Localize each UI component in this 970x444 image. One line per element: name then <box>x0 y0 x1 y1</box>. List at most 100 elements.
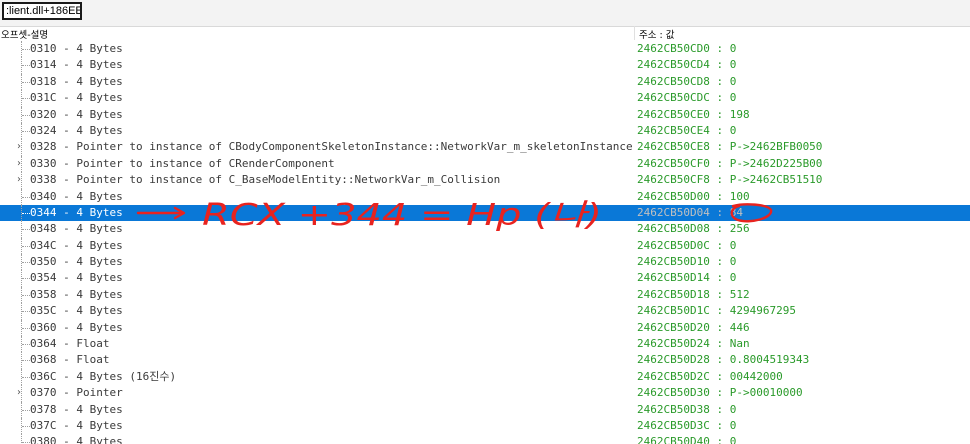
offset-description: 0328 - Pointer to instance of CBodyCompo… <box>30 140 633 154</box>
address-value: 2462CB50D08 : 256 <box>637 222 750 236</box>
tree-branch-line <box>22 65 30 67</box>
tree-row[interactable]: 034C - 4 Bytes 2462CB50D0C : 0 <box>0 237 970 255</box>
offset-description: 0350 - 4 Bytes <box>30 255 123 269</box>
tree-row[interactable]: › 0328 - Pointer to instance of CBodyComp… <box>0 139 970 156</box>
address-value: 2462CB50D24 : Nan <box>637 337 750 351</box>
tree-branch-line <box>22 49 30 50</box>
offset-description: 0314 - 4 Bytes <box>30 58 123 72</box>
tree-row[interactable]: › 0370 - Pointer 2462CB50D30 : P->00010000 <box>0 385 970 402</box>
tree-row[interactable]: 0344 - 4 Bytes 2462CB50D04 : 84 <box>0 204 970 222</box>
expand-chevron-icon[interactable]: › <box>17 172 21 188</box>
address-value: 2462CB50CF0 : P->2462D225B00 <box>637 156 823 170</box>
tree-row[interactable]: 0380 - 4 Bytes 2462CB50D40 : 0 <box>0 434 970 444</box>
tree-branch-line <box>22 245 30 247</box>
tree-row[interactable]: 0350 - 4 Bytes 2462CB50D10 : 0 <box>0 254 970 271</box>
tree-row[interactable]: › 0338 - Pointer to instance of C_BaseMod… <box>0 172 970 189</box>
offset-description: 0344 - 4 Bytes <box>30 205 123 219</box>
expand-chevron-icon[interactable]: › <box>17 385 21 401</box>
tree-branch-line <box>22 442 30 444</box>
offset-description: 0330 - Pointer to instance of CRenderCom… <box>30 156 335 170</box>
offset-description: 034C - 4 Bytes <box>30 238 123 252</box>
tree-branch-line <box>22 294 30 296</box>
address-value: 2462CB50D3C : 0 <box>637 418 737 432</box>
address-value: 2462CB50CE4 : 0 <box>637 123 737 137</box>
tree-row[interactable]: 037C - 4 Bytes 2462CB50D3C : 0 <box>0 417 970 435</box>
tree-row[interactable]: 031C - 4 Bytes 2462CB50CDC : 0 <box>0 90 970 107</box>
address-value: 2462CB50D14 : 0 <box>637 271 737 285</box>
address-value: 2462CB50D40 : 0 <box>637 435 737 444</box>
toolbar: :lient.dll+186EE00 <box>0 0 970 27</box>
address-value: 2462CB50CD0 : 0 <box>637 42 737 55</box>
tree-row[interactable]: 0318 - 4 Bytes 2462CB50CD8 : 0 <box>0 73 970 91</box>
tree-row[interactable]: 035C - 4 Bytes 2462CB50D1C : 4294967295 <box>0 303 970 320</box>
tree-branch-line <box>22 311 30 313</box>
address-value: 2462CB50D2C : 00442000 <box>637 369 783 383</box>
column-divider[interactable] <box>634 26 635 40</box>
tree-guide-line <box>21 172 22 189</box>
tree-row[interactable]: › 0330 - Pointer to instance of CRenderCo… <box>0 155 970 173</box>
tree-branch-line <box>22 114 30 116</box>
offset-description: 0370 - Pointer <box>30 386 123 400</box>
expand-chevron-icon[interactable]: › <box>17 156 21 172</box>
tree-branch-line <box>22 425 30 427</box>
column-header: 오프셋-설명 주소 : 값 <box>0 26 970 41</box>
address-value: 2462CB50CE0 : 198 <box>637 107 750 121</box>
tree-row[interactable]: 0360 - 4 Bytes 2462CB50D20 : 446 <box>0 319 970 337</box>
offset-description: 037C - 4 Bytes <box>30 418 123 432</box>
tree-row[interactable]: 036C - 4 Bytes (16진수) 2462CB50D2C : 00442… <box>0 368 970 386</box>
address-value: 2462CB50D1C : 4294967295 <box>637 304 796 318</box>
tree-branch-line <box>22 278 30 280</box>
tree-row[interactable]: 0320 - 4 Bytes 2462CB50CE0 : 198 <box>0 106 970 123</box>
tree-row[interactable]: 0378 - 4 Bytes 2462CB50D38 : 0 <box>0 401 970 418</box>
header-offset-description[interactable]: 오프셋-설명 <box>1 27 48 41</box>
address-input[interactable]: :lient.dll+186EE00 <box>2 2 82 20</box>
tree-row[interactable]: 0354 - 4 Bytes 2462CB50D14 : 0 <box>0 270 970 287</box>
offset-description: 0320 - 4 Bytes <box>30 107 123 121</box>
tree-branch-line <box>22 81 30 83</box>
offset-description: 0378 - 4 Bytes <box>30 402 123 416</box>
tree-row[interactable]: 0310 - 4 Bytes 2462CB50CD0 : 0 <box>0 41 970 58</box>
tree-branch-line <box>22 196 30 198</box>
expand-chevron-icon[interactable]: › <box>17 139 21 155</box>
offset-description: 031C - 4 Bytes <box>30 91 123 105</box>
tree-row[interactable]: 0314 - 4 Bytes 2462CB50CD4 : 0 <box>0 57 970 74</box>
address-value: 2462CB50CD4 : 0 <box>637 58 737 72</box>
tree-guide-line <box>21 385 22 402</box>
tree-row[interactable]: 0364 - Float 2462CB50D24 : Nan <box>0 336 970 353</box>
tree-row[interactable]: 0368 - Float 2462CB50D28 : 0.8004519343 <box>0 352 970 369</box>
offset-description: 0310 - 4 Bytes <box>30 42 123 55</box>
offset-description: 0338 - Pointer to instance of C_BaseMode… <box>30 173 501 187</box>
tree-row[interactable]: 0340 - 4 Bytes 2462CB50D00 : 100 <box>0 188 970 205</box>
address-value: 2462CB50CD8 : 0 <box>637 74 737 88</box>
tree-branch-line <box>22 130 30 132</box>
tree-row[interactable]: 0348 - 4 Bytes 2462CB50D08 : 256 <box>0 221 970 238</box>
tree-branch-line <box>22 262 30 264</box>
address-value: 2462CB50D28 : 0.8004519343 <box>637 353 810 367</box>
tree-branch-line <box>22 376 30 378</box>
offset-description: 0368 - Float <box>30 353 110 367</box>
offset-description: 0360 - 4 Bytes <box>30 320 123 334</box>
address-value: 2462CB50CDC : 0 <box>637 91 737 105</box>
tree-branch-line <box>22 229 30 231</box>
tree-row[interactable]: 0324 - 4 Bytes 2462CB50CE4 : 0 <box>0 122 970 140</box>
offset-description: 0348 - 4 Bytes <box>30 222 123 236</box>
tree-guide-line <box>21 155 22 173</box>
address-value: 2462CB50D10 : 0 <box>637 255 737 269</box>
header-address-value[interactable]: 주소 : 값 <box>639 27 674 41</box>
tree-branch-line <box>22 360 30 362</box>
address-value: 2462CB50D18 : 512 <box>637 287 750 301</box>
tree-branch-line <box>22 344 30 346</box>
address-value: 2462CB50D0C : 0 <box>637 238 737 252</box>
address-value: 2462CB50D38 : 0 <box>637 402 737 416</box>
address-value: 2462CB50D00 : 100 <box>637 189 750 203</box>
address-value: 2462CB50CF8 : P->2462CB51510 <box>637 173 823 187</box>
offset-description: 0358 - 4 Bytes <box>30 287 123 301</box>
address-value: 2462CB50D30 : P->00010000 <box>637 386 803 400</box>
structure-tree[interactable]: 0310 - 4 Bytes 2462CB50CD0 : 0 0314 - 4 By… <box>0 41 970 444</box>
offset-description: 0364 - Float <box>30 337 110 351</box>
tree-row[interactable]: 0358 - 4 Bytes 2462CB50D18 : 512 <box>0 286 970 304</box>
offset-description: 0380 - 4 Bytes <box>30 435 123 444</box>
tree-branch-line <box>22 327 30 329</box>
address-value: 2462CB50D04 : 84 <box>637 205 743 219</box>
tree-branch-line <box>22 409 30 411</box>
